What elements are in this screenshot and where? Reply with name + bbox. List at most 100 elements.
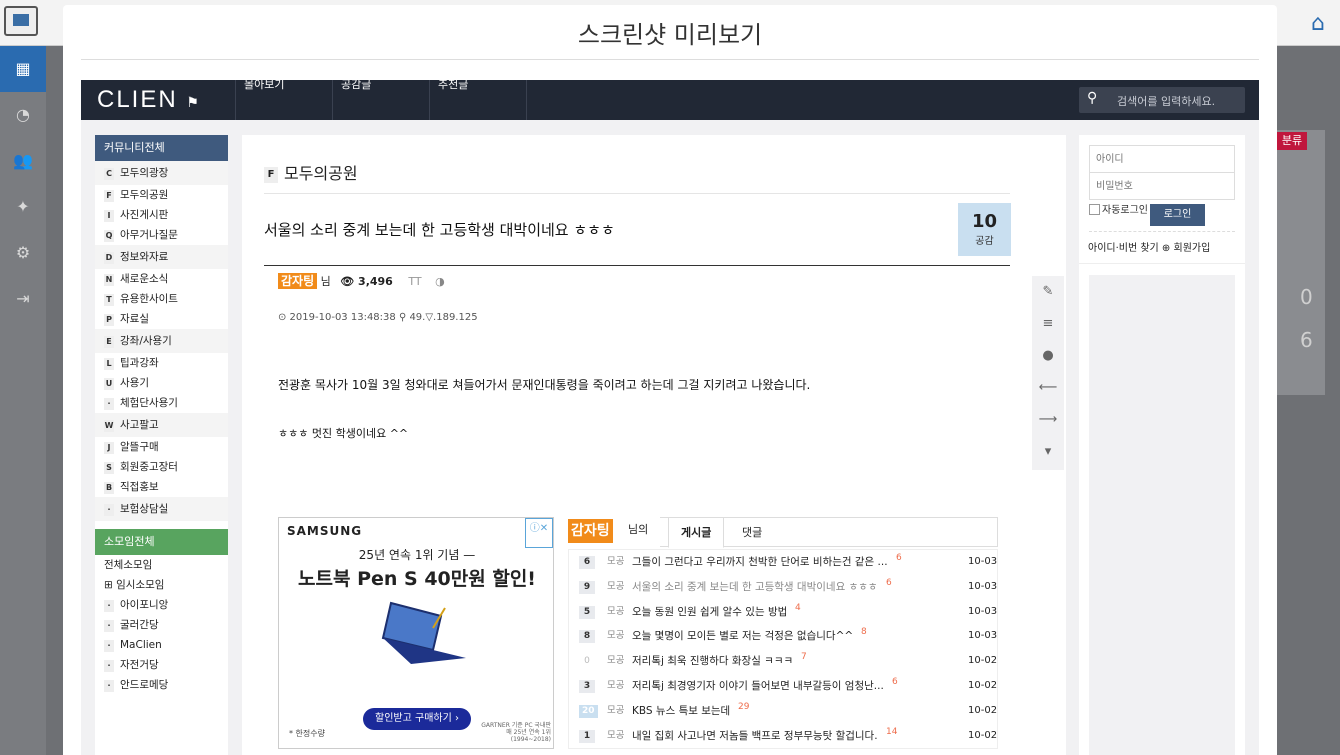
like-count: 0 xyxy=(584,656,590,667)
list-item[interactable]: 9 모공 서울의 소리 중계 보는데 한 고등학생 대박이네요 ㅎㅎㅎ 6 10-03 xyxy=(569,575,997,600)
twitter-icon[interactable]: ✦ xyxy=(0,184,46,230)
post-author-bar: 감자팅 님 👁 3,496 TT ◑ xyxy=(278,273,445,289)
tab-posts[interactable]: 게시글 xyxy=(668,518,725,548)
post-link[interactable]: 그들이 그런다고 우리까지 천박한 단어로 비하는건 같은 ... xyxy=(632,550,888,575)
account-links[interactable]: 아이디·비번 찾기 ⊕ 회원가입 xyxy=(1088,239,1210,254)
sidebar-item[interactable]: · 아이포니앙 xyxy=(95,595,228,615)
sidebar-item[interactable]: · 체험단사용기 xyxy=(95,393,228,413)
gear-icon[interactable]: ⚙ xyxy=(0,230,46,276)
list-item[interactable]: 20 모공 KBS 뉴스 특보 보는데 29 10-02 xyxy=(569,699,997,724)
sidebar-item[interactable]: P 자료실 xyxy=(95,309,228,329)
board-tag: 모공 xyxy=(607,679,625,691)
list-item[interactable]: 0 모공 저리톡j 최욱 진행하다 화장실 ㅋㅋㅋ 7 10-02 xyxy=(569,649,997,674)
sidebar-item[interactable]: · 자전거당 xyxy=(95,655,228,675)
author-nickname[interactable]: 감자팅 xyxy=(568,519,613,543)
comment-icon[interactable]: ● xyxy=(1032,340,1064,372)
arrow-left-icon[interactable]: ⟵ xyxy=(1032,372,1064,404)
nav-item[interactable]: 추천글 xyxy=(429,80,526,120)
post-date: 10-02 xyxy=(968,729,998,741)
nav-item[interactable]: 공감글 xyxy=(332,80,429,120)
sidebar-item[interactable]: L 팁과강좌 xyxy=(95,353,228,373)
sidebar-item[interactable]: · 안드로메당 xyxy=(95,675,228,695)
sidebar-item-label: 새로운소식 xyxy=(120,273,169,285)
sidebar-item[interactable]: · 보험상담실 xyxy=(95,497,228,521)
post-link[interactable]: 저리톡j 최욱 진행하다 화장실 ㅋㅋㅋ xyxy=(632,649,793,674)
sidebar-item[interactable]: S 회원중고장터 xyxy=(95,457,228,477)
password-field[interactable] xyxy=(1089,172,1235,200)
contrast-icon[interactable]: ◑ xyxy=(435,275,445,288)
ad-line: 25년 연속 1위 기념 — xyxy=(358,548,476,562)
post-link[interactable]: KBS 뉴스 특보 보는데 xyxy=(632,699,730,724)
users-icon[interactable]: 👥 xyxy=(0,138,46,184)
post-link[interactable]: 오늘 몇명이 모이든 별로 저는 걱정은 없습니다^^ xyxy=(632,624,853,649)
list-item[interactable]: 6 모공 그들이 그런다고 우리까지 천박한 단어로 비하는건 같은 ... 6 10-… xyxy=(569,550,997,575)
sidebar-item[interactable]: E 강좌/사용기 xyxy=(95,329,228,353)
bg-number: 6 xyxy=(1300,328,1313,352)
board-key: · xyxy=(104,620,114,632)
post-link[interactable]: 내일 집회 사고나면 저놈들 백프로 정부무능탓 할겁니다. xyxy=(632,724,878,749)
app-logo[interactable] xyxy=(4,6,38,36)
login-button[interactable]: 로그인 xyxy=(1150,204,1205,226)
advertisement[interactable]: SAMSUNG ⓘ✕ 25년 연속 1위 기념 — 노트북 Pen S 40만원… xyxy=(278,517,554,749)
home-icon[interactable]: ⌂ xyxy=(1300,8,1336,40)
like-button[interactable]: 10 공감 xyxy=(958,203,1011,256)
comment-count: 8 xyxy=(861,627,867,638)
sidebar-item[interactable]: W 사고팔고 xyxy=(95,413,228,437)
sidebar-item[interactable]: T 유용한사이트 xyxy=(95,289,228,309)
like-count: 6 xyxy=(579,556,595,569)
sidebar-item[interactable]: I 사진게시판 xyxy=(95,205,228,225)
post-link[interactable]: 서울의 소리 중계 보는데 한 고등학생 대박이네요 ㅎㅎㅎ xyxy=(632,575,878,600)
nav-item[interactable]: 몰아보기 xyxy=(235,80,332,120)
nickname-suffix: 님의 xyxy=(628,523,649,536)
ad-buy-button[interactable]: 할인받고 구매하기 › xyxy=(363,708,471,730)
logout-icon[interactable]: ⇥ xyxy=(0,276,46,322)
sidebar-item[interactable]: B 직접홍보 xyxy=(95,477,228,497)
ad-close-icon[interactable]: ⓘ✕ xyxy=(525,518,553,548)
sidebar-item-label: 보험상담실 xyxy=(120,503,169,515)
sidebar-item[interactable]: 전체소모임 xyxy=(95,555,228,575)
post-link[interactable]: 저리톡j 최경영기자 이야기 들어보면 내부갈등이 엄청난... xyxy=(632,674,884,699)
sidebar-item[interactable]: U 사용기 xyxy=(95,373,228,393)
tab-comments[interactable]: 댓글 xyxy=(730,518,774,548)
pie-chart-icon[interactable]: ◔ xyxy=(0,92,46,138)
divider xyxy=(1079,263,1245,264)
post-link[interactable]: 오늘 동원 인원 쉽게 알수 있는 방법 xyxy=(632,600,787,625)
chevron-down-icon[interactable]: ▾ xyxy=(1032,436,1064,468)
board-key: D xyxy=(104,252,114,264)
author-nickname[interactable]: 감자팅 xyxy=(278,273,318,289)
sidebar-item[interactable]: D 정보와자료 xyxy=(95,245,228,269)
nav-header[interactable]: 커뮤니티전체 xyxy=(95,135,228,161)
site-logo[interactable]: CLIEN ⚑ xyxy=(97,86,201,114)
sidebar-item[interactable]: C 모두의광장 xyxy=(95,161,228,185)
arrow-right-icon[interactable]: ⟶ xyxy=(1032,404,1064,436)
post-date: 10-02 xyxy=(968,655,998,667)
grid-icon[interactable]: ▦ xyxy=(0,46,46,92)
sidebar-item-label: 알뜰구매 xyxy=(120,441,159,453)
board-key: P xyxy=(104,314,114,326)
sidebar-item[interactable]: · 굴러간당 xyxy=(95,615,228,635)
sidebar-item[interactable]: F 모두의공원 xyxy=(95,185,228,205)
board-key: F xyxy=(104,190,114,202)
board-title[interactable]: F 모두의공원 xyxy=(264,160,358,184)
board-key: I xyxy=(104,210,114,222)
sidebar-item-label: 강좌/사용기 xyxy=(120,335,172,347)
sidebar-item[interactable]: N 새로운소식 xyxy=(95,269,228,289)
list-item[interactable]: 1 모공 내일 집회 사고나면 저놈들 백프로 정부무능탓 할겁니다. 14 10-02 xyxy=(569,724,997,749)
auto-login-checkbox[interactable]: 자동로그인 xyxy=(1089,201,1148,216)
list-item[interactable]: 3 모공 저리톡j 최경영기자 이야기 들어보면 내부갈등이 엄청난... 6 10-0… xyxy=(569,674,997,699)
nav-header[interactable]: 소모임전체 xyxy=(95,529,228,555)
like-count: 5 xyxy=(579,605,595,619)
sidebar-item[interactable]: J 알뜰구매 xyxy=(95,437,228,457)
sidebar-item[interactable]: ⊞ 임시소모임 xyxy=(95,575,228,595)
sidebar-item[interactable]: · MaClien xyxy=(95,635,228,655)
id-field[interactable] xyxy=(1089,145,1235,173)
text-size-icon[interactable]: TT xyxy=(408,275,421,288)
list-item[interactable]: 8 모공 오늘 몇명이 모이든 별로 저는 걱정은 없습니다^^ 8 10-03 xyxy=(569,624,997,649)
edit-icon[interactable]: ✎ xyxy=(1032,276,1064,308)
search-box[interactable]: ⚲ 검색어를 입력하세요. xyxy=(1079,87,1245,113)
list-icon[interactable]: ≡ xyxy=(1032,308,1064,340)
post-date: 10-02 xyxy=(968,679,998,691)
comment-count: 4 xyxy=(795,602,801,613)
list-item[interactable]: 5 모공 오늘 동원 인원 쉽게 알수 있는 방법 4 10-03 xyxy=(569,600,997,625)
sidebar-item[interactable]: Q 아무거나질문 xyxy=(95,225,228,245)
